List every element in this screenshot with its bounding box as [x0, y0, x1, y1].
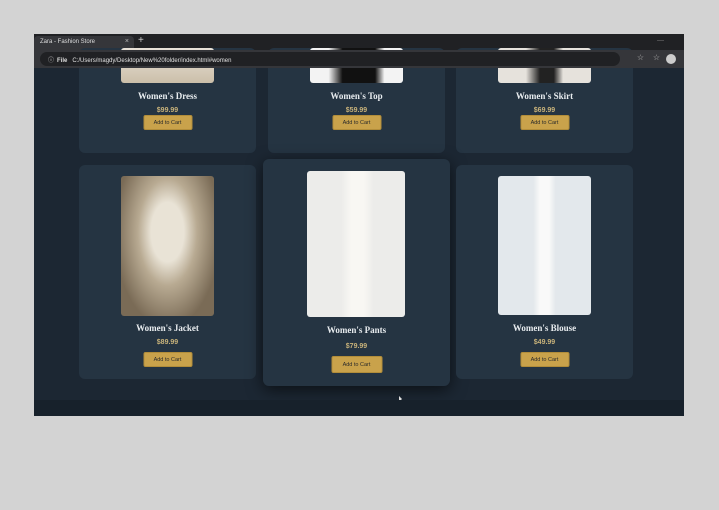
product-name: Women's Skirt [515, 91, 574, 101]
product-image[interactable] [498, 176, 591, 315]
product-name: Women's Top [330, 91, 383, 101]
url-text: C:/Users/magdy/Desktop/New%20folder/inde… [72, 58, 232, 64]
product-price: $49.99 [533, 339, 556, 346]
profile-avatar[interactable] [666, 54, 676, 64]
product-price: $69.99 [533, 107, 556, 114]
close-tab-icon[interactable]: × [125, 38, 129, 45]
add-to-cart-button[interactable]: Add to Cart [332, 115, 381, 130]
product-card: Women's Jacket $89.99 Add to Cart [79, 165, 256, 379]
product-price: $79.99 [345, 343, 368, 350]
product-name: Women's Jacket [136, 323, 199, 333]
file-label: File [57, 58, 68, 64]
add-to-cart-button[interactable]: Add to Cart [520, 352, 569, 367]
product-price: $59.99 [345, 107, 368, 114]
product-card: Women's Blouse $49.99 Add to Cart [456, 165, 633, 379]
add-to-cart-button[interactable]: Add to Cart [143, 352, 192, 367]
add-to-cart-button[interactable]: Add to Cart [520, 115, 569, 130]
product-name: Women's Pants [326, 325, 387, 335]
extensions-star-icon[interactable]: ☆ [653, 53, 660, 62]
minimize-icon[interactable]: — [657, 37, 664, 44]
product-name: Women's Dress [137, 91, 198, 101]
browser-window: Zara - Fashion Store × + — ⓘ File C:/Users/… [34, 34, 684, 416]
add-to-cart-button[interactable]: Add to Cart [331, 356, 382, 373]
info-icon[interactable]: ⓘ [48, 58, 54, 64]
url-input[interactable]: ⓘ File C:/Users/magdy/Desktop/New%20folder… [40, 52, 620, 66]
product-image[interactable] [121, 176, 214, 316]
product-price: $89.99 [156, 339, 179, 346]
page-footer [34, 400, 684, 416]
address-bar: ⓘ File C:/Users/magdy/Desktop/New%20folder… [34, 50, 684, 68]
new-tab-button[interactable]: + [138, 35, 144, 46]
product-price: $99.99 [156, 107, 179, 114]
page-content: Women's Dress $99.99 Add to Cart Women's… [34, 48, 684, 416]
add-to-cart-button[interactable]: Add to Cart [143, 115, 192, 130]
tab-title: Zara - Fashion Store [40, 39, 96, 45]
product-card-hovered: Women's Pants $79.99 Add to Cart [263, 159, 450, 386]
product-image[interactable] [307, 171, 405, 317]
bookmark-star-icon[interactable]: ☆ [637, 53, 644, 62]
product-name: Women's Blouse [512, 323, 577, 333]
